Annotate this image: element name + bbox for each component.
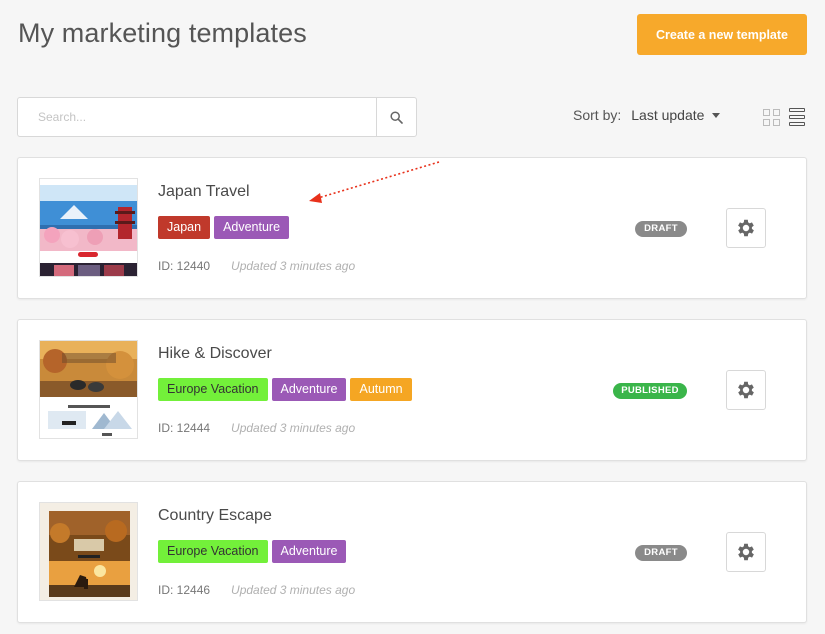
template-meta: ID: 12446 Updated 3 minutes ago	[158, 583, 355, 597]
tag[interactable]: Adventure	[271, 540, 347, 563]
settings-button[interactable]	[726, 370, 766, 410]
template-thumbnail	[39, 502, 138, 601]
grid-view-icon[interactable]	[763, 109, 780, 126]
tag[interactable]: Adventure	[214, 216, 290, 239]
tag[interactable]: Japan	[158, 216, 211, 239]
tag[interactable]: Adventure	[271, 378, 347, 401]
search-input[interactable]	[18, 98, 376, 136]
sort-label: Sort by:	[573, 107, 622, 123]
gear-icon	[738, 381, 754, 399]
template-title[interactable]: Hike & Discover	[158, 345, 272, 363]
tag-list: Europe Vacation Adventure	[158, 540, 347, 563]
template-card[interactable]: Country Escape Europe Vacation Adventure…	[17, 481, 807, 623]
template-meta: ID: 12444 Updated 3 minutes ago	[158, 421, 355, 435]
template-meta: ID: 12440 Updated 3 minutes ago	[158, 259, 355, 273]
template-title[interactable]: Country Escape	[158, 507, 272, 525]
template-card[interactable]: Hike & Discover Europe Vacation Adventur…	[17, 319, 807, 461]
template-id: ID: 12444	[158, 421, 211, 435]
updated-time: Updated 3 minutes ago	[231, 259, 356, 273]
template-thumbnail	[39, 340, 138, 439]
gear-icon	[738, 543, 754, 561]
updated-time: Updated 3 minutes ago	[231, 421, 356, 435]
tag[interactable]: Europe Vacation	[158, 540, 268, 563]
template-id: ID: 12446	[158, 583, 211, 597]
list-view-icon[interactable]	[789, 108, 805, 126]
template-thumbnail	[39, 178, 138, 277]
template-id: ID: 12440	[158, 259, 211, 273]
gear-icon	[738, 219, 754, 237]
template-title[interactable]: Japan Travel	[158, 183, 250, 201]
tag[interactable]: Europe Vacation	[158, 378, 268, 401]
sort-control: Sort by: Last update	[573, 107, 721, 123]
updated-time: Updated 3 minutes ago	[231, 583, 356, 597]
template-card[interactable]: Japan Travel Japan Adventure ID: 12440 U…	[17, 157, 807, 299]
caret-down-icon[interactable]	[712, 112, 721, 118]
status-badge: DRAFT	[635, 221, 687, 237]
search-button[interactable]	[376, 98, 416, 136]
sort-dropdown[interactable]: Last update	[631, 107, 704, 123]
create-template-button[interactable]: Create a new template	[637, 14, 807, 55]
status-badge: DRAFT	[635, 545, 687, 561]
settings-button[interactable]	[726, 208, 766, 248]
tag-list: Japan Adventure	[158, 216, 290, 239]
page-title: My marketing templates	[18, 18, 307, 48]
settings-button[interactable]	[726, 532, 766, 572]
search-icon	[390, 110, 403, 124]
status-badge: PUBLISHED	[613, 383, 687, 399]
search-box	[17, 97, 417, 137]
tag-list: Europe Vacation Adventure Autumn	[158, 378, 412, 401]
tag[interactable]: Autumn	[350, 378, 412, 401]
